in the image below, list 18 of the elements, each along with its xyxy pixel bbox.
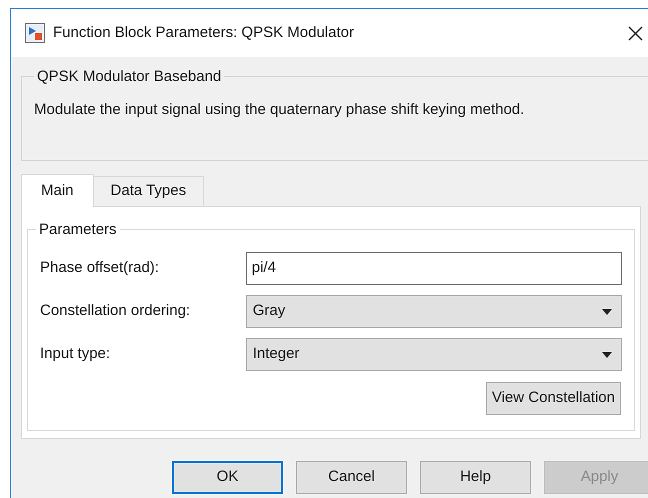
tab[interactable]: Main (21, 174, 94, 207)
dropdown-arrow-icon (602, 352, 612, 358)
close-icon[interactable] (628, 26, 643, 41)
dialog-button[interactable]: OK (172, 461, 283, 494)
view-constellation-button[interactable]: View Constellation (486, 382, 621, 415)
dropdown[interactable]: Integer (246, 338, 622, 371)
window-title: Function Block Parameters: QPSK Modulator (53, 22, 354, 43)
field-label: Phase offset(rad): (40, 258, 160, 278)
field-label: Constellation ordering: (40, 301, 192, 322)
dialog-button[interactable]: Help (420, 461, 531, 494)
dropdown[interactable]: Gray (246, 295, 622, 328)
block-description: Modulate the input signal using the quaternary phase shift keying method. (34, 100, 526, 120)
dialog-button[interactable]: Cancel (296, 461, 407, 494)
field-label: Input type: (40, 344, 112, 364)
input-field[interactable]: pi/4 (246, 252, 622, 285)
tab[interactable]: Data Types (94, 176, 204, 206)
dropdown-arrow-icon (602, 308, 612, 314)
block-icon (25, 23, 45, 43)
